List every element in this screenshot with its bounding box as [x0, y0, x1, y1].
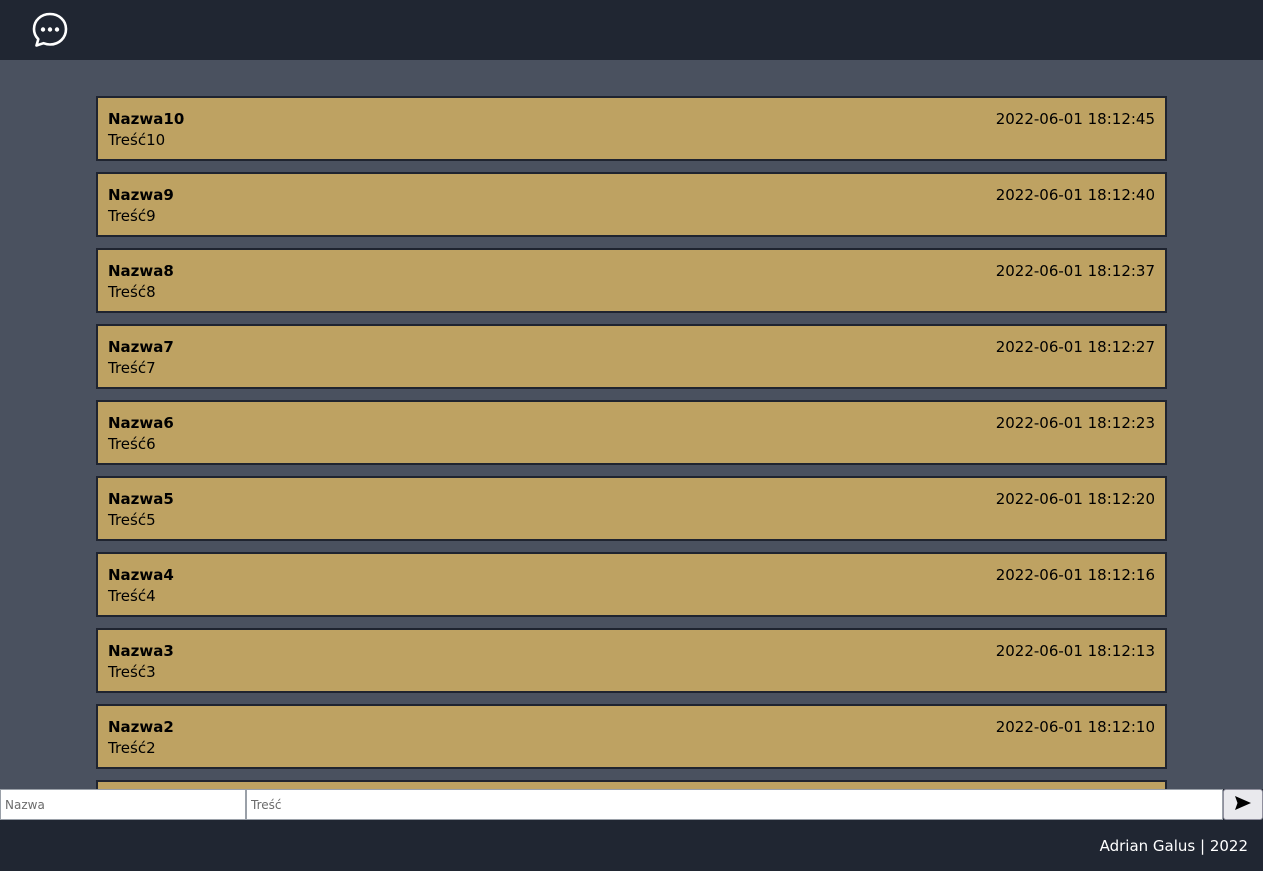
- message-feed[interactable]: Nazwa10 Treść10 2022-06-01 18:12:45 Nazw…: [0, 60, 1263, 789]
- message-timestamp: 2022-06-01 18:12:23: [995, 414, 1155, 432]
- message-card-partial: [96, 780, 1167, 789]
- name-input[interactable]: [0, 789, 246, 820]
- top-navbar: [0, 0, 1263, 60]
- message-timestamp: 2022-06-01 18:12:20: [995, 490, 1155, 508]
- message-card: Nazwa3 Treść3 2022-06-01 18:12:13: [96, 628, 1167, 693]
- message-card: Nazwa8 Treść8 2022-06-01 18:12:37: [96, 248, 1167, 313]
- message-input[interactable]: [246, 789, 1223, 820]
- message-author: Nazwa9: [108, 186, 174, 204]
- message-text: Treść7: [108, 359, 156, 377]
- message-author: Nazwa8: [108, 262, 174, 280]
- message-text: Treść4: [108, 587, 156, 605]
- message-timestamp: 2022-06-01 18:12:45: [995, 110, 1155, 128]
- message-card: Nazwa7 Treść7 2022-06-01 18:12:27: [96, 324, 1167, 389]
- message-author: Nazwa5: [108, 490, 174, 508]
- message-timestamp: 2022-06-01 18:12:40: [995, 186, 1155, 204]
- message-author: Nazwa3: [108, 642, 174, 660]
- message-text: Treść8: [108, 283, 156, 301]
- footer-credit: Adrian Galus | 2022: [1099, 837, 1248, 855]
- message-text: Treść5: [108, 511, 156, 529]
- message-author: Nazwa7: [108, 338, 174, 356]
- chat-bubble-icon[interactable]: [32, 12, 68, 48]
- message-card: Nazwa5 Treść5 2022-06-01 18:12:20: [96, 476, 1167, 541]
- message-text: Treść9: [108, 207, 156, 225]
- message-author: Nazwa10: [108, 110, 185, 128]
- message-author: Nazwa6: [108, 414, 174, 432]
- message-timestamp: 2022-06-01 18:12:13: [995, 642, 1155, 660]
- message-card: Nazwa6 Treść6 2022-06-01 18:12:23: [96, 400, 1167, 465]
- footer: Adrian Galus | 2022: [0, 820, 1263, 871]
- send-button[interactable]: [1223, 789, 1263, 820]
- message-card: Nazwa9 Treść9 2022-06-01 18:12:40: [96, 172, 1167, 237]
- message-timestamp: 2022-06-01 18:12:10: [995, 718, 1155, 736]
- message-composer: [0, 789, 1263, 820]
- message-timestamp: 2022-06-01 18:12:27: [995, 338, 1155, 356]
- message-text: Treść2: [108, 739, 156, 757]
- message-timestamp: 2022-06-01 18:12:37: [995, 262, 1155, 280]
- message-card: Nazwa2 Treść2 2022-06-01 18:12:10: [96, 704, 1167, 769]
- message-author: Nazwa4: [108, 566, 174, 584]
- message-author: Nazwa2: [108, 718, 174, 736]
- message-text: Treść6: [108, 435, 156, 453]
- message-text: Treść3: [108, 663, 156, 681]
- message-card: Nazwa10 Treść10 2022-06-01 18:12:45: [96, 96, 1167, 161]
- message-timestamp: 2022-06-01 18:12:16: [995, 566, 1155, 584]
- message-card: Nazwa4 Treść4 2022-06-01 18:12:16: [96, 552, 1167, 617]
- send-arrow-icon: [1234, 795, 1252, 814]
- message-text: Treść10: [108, 131, 166, 149]
